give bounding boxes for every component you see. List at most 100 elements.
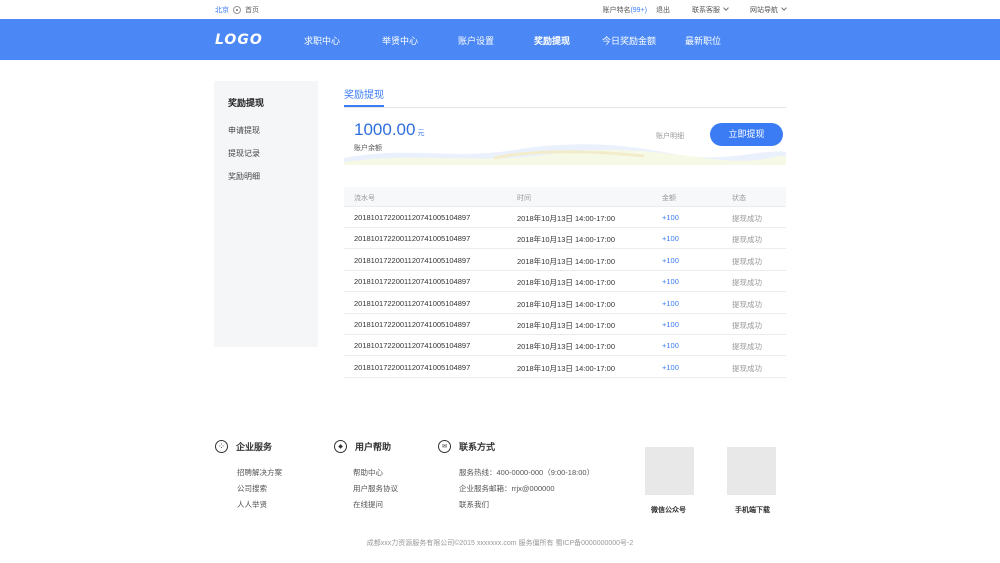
cell-amount: +100 [662, 234, 679, 244]
city-selector[interactable]: 北京 [215, 5, 229, 15]
table-header: 流水号 时间 金额 状态 [344, 187, 786, 207]
nav-latest-jobs[interactable]: 最新职位 [685, 34, 721, 47]
footer-link[interactable]: 联系我们 [459, 499, 489, 510]
cell-status: 提现成功 [732, 363, 762, 373]
cell-time: 2018年10月13日 14:00-17:00 [517, 321, 615, 330]
nav-job-center[interactable]: 求职中心 [304, 34, 340, 47]
footer: ⁘ 企业服务 招聘解决方案 公司搜索 人人举贤 ◆ 用户帮助 帮助中心 用户服务协议… [0, 440, 1000, 563]
logout-link[interactable]: 退出 [656, 5, 670, 15]
cell-serial: 2018101722001120741005104897 [354, 362, 471, 372]
tab-reward-withdraw[interactable]: 奖励提现 [344, 86, 384, 101]
account-detail-link[interactable]: 账户明细 [656, 131, 684, 141]
site-nav-dropdown[interactable]: 网站导航 [750, 5, 787, 15]
withdraw-button[interactable]: 立即提现 [710, 123, 783, 146]
cell-serial: 2018101722001120741005104897 [354, 213, 471, 222]
footer-title-enterprise: 企业服务 [236, 442, 273, 452]
cell-serial: 2018101722001120741005104897 [354, 277, 471, 287]
tab-active-indicator [344, 105, 384, 107]
table-row: 2018101722001120741005104897 2018年10月13日 … [344, 314, 786, 335]
table-row: 2018101722001120741005104897 2018年10月13日 … [344, 357, 786, 378]
cell-status: 提现成功 [732, 256, 762, 266]
cell-status: 提现成功 [732, 278, 762, 288]
cell-amount: +100 [662, 362, 679, 372]
balance-value: 1000.00 [354, 120, 416, 139]
footer-title-contact: 联系方式 [459, 442, 496, 452]
cell-amount: +100 [662, 320, 679, 329]
table-row: 2018101722001120741005104897 2018年10月13日 … [344, 335, 786, 357]
message-count: (99+) [630, 7, 647, 14]
cell-time: 2018年10月13日 14:00-17:00 [517, 342, 615, 352]
site-nav-label: 网站导航 [750, 7, 778, 14]
sidebar-title: 奖励提现 [228, 98, 265, 108]
cell-status: 提现成功 [732, 299, 762, 309]
table-row: 2018101722001120741005104897 2018年10月13日 … [344, 228, 786, 250]
wechat-qr-code [645, 447, 694, 495]
cell-time: 2018年10月13日 14:00-17:00 [517, 256, 615, 266]
chevron-down-icon [781, 5, 787, 11]
balance-amount: 1000.00 元 [354, 120, 424, 140]
cell-time: 2018年10月13日 14:00-17:00 [517, 235, 615, 245]
cell-amount: +100 [662, 341, 679, 351]
footer-column-title: ⁘ 企业服务 [215, 440, 325, 453]
cell-status: 提现成功 [732, 321, 762, 330]
footer-link[interactable]: 招聘解决方案 [237, 467, 282, 478]
home-link[interactable]: 首页 [245, 5, 259, 15]
footer-contact: ✉ 联系方式 服务热线：400-0000-000（9:00-18:00） 企业服务… [438, 440, 628, 509]
wechat-qr-label: 微信公众号 [651, 507, 686, 514]
chevron-down-icon [723, 5, 729, 11]
footer-column-title: ✉ 联系方式 [438, 440, 628, 453]
footer-link[interactable]: 公司搜索 [237, 483, 267, 494]
sidebar-item-apply-withdraw[interactable]: 申请提现 [228, 125, 260, 136]
cell-time: 2018年10月13日 14:00-17:00 [517, 278, 615, 288]
service-label: 联系客服 [692, 7, 720, 14]
column-header-amount: 金额 [662, 195, 676, 202]
cell-serial: 2018101722001120741005104897 [354, 234, 471, 244]
footer-link[interactable]: 帮助中心 [353, 467, 383, 478]
cell-amount: +100 [662, 298, 679, 308]
account-name[interactable]: 账户特名(99+) [602, 5, 647, 15]
service-dropdown[interactable]: 联系客服 [692, 5, 729, 15]
table-row: 2018101722001120741005104897 2018年10月13日 … [344, 293, 786, 314]
cell-amount: +100 [662, 255, 679, 265]
footer-link[interactable]: 用户服务协议 [353, 483, 398, 494]
footer-email: 企业服务邮箱：rrjx@000000 [459, 484, 555, 493]
nav-today-reward[interactable]: 今日奖励金额 [602, 34, 656, 47]
cell-time: 2018年10月13日 14:00-17:00 [517, 299, 615, 309]
balance-card: 1000.00 元 账户余额 账户明细 立即提现 [344, 108, 786, 165]
top-bar-left: 北京 首页 [215, 5, 259, 15]
sidebar-item-reward-details[interactable]: 奖励明细 [228, 171, 260, 182]
nav-reward-withdraw[interactable]: 奖励提现 [534, 34, 570, 47]
cell-serial: 2018101722001120741005104897 [354, 298, 471, 308]
cell-time: 2018年10月13日 14:00-17:00 [517, 214, 615, 223]
column-header-time: 时间 [517, 195, 531, 202]
contact-icon: ✉ [438, 440, 451, 453]
footer-column-title: ◆ 用户帮助 [334, 440, 434, 453]
cell-amount: +100 [662, 277, 679, 287]
top-bar-right: 账户特名(99+) 退出 联系客服 网站导航 [602, 5, 787, 15]
column-header-serial: 流水号 [354, 195, 375, 202]
balance-label: 账户余额 [354, 145, 382, 152]
logo[interactable]: LOGO [215, 32, 263, 48]
sidebar: 奖励提现 申请提现 提现记录 奖励明细 [214, 81, 318, 347]
app-qr-label: 手机端下载 [735, 507, 770, 514]
cell-serial: 2018101722001120741005104897 [354, 255, 471, 265]
account-label: 账户特名 [602, 7, 631, 14]
top-bar: 北京 首页 账户特名(99+) 退出 联系客服 网站导航 [0, 0, 1000, 19]
balance-unit: 元 [417, 130, 425, 137]
grid-icon: ⁘ [215, 440, 228, 453]
footer-title-help: 用户帮助 [355, 442, 392, 452]
nav-recommend-center[interactable]: 举贤中心 [382, 34, 418, 47]
sidebar-item-withdraw-records[interactable]: 提现记录 [228, 148, 260, 159]
footer-link[interactable]: 人人举贤 [237, 499, 267, 510]
footer-link[interactable]: 在线提问 [353, 499, 383, 510]
cell-status: 提现成功 [732, 214, 762, 223]
cell-time: 2018年10月13日 14:00-17:00 [517, 363, 615, 373]
app-qr-code [727, 447, 776, 495]
nav-account-settings[interactable]: 账户设置 [458, 34, 494, 47]
copyright: 成都xxx力资源服务有限公司©2015 xxxxxxx.com 服务僵所有 蜀I… [366, 540, 634, 547]
cell-status: 提现成功 [732, 235, 762, 245]
table-row: 2018101722001120741005104897 2018年10月13日 … [344, 271, 786, 293]
cell-serial: 2018101722001120741005104897 [354, 341, 471, 351]
footer-enterprise-services: ⁘ 企业服务 招聘解决方案 公司搜索 人人举贤 [215, 440, 325, 509]
cell-serial: 2018101722001120741005104897 [354, 320, 471, 329]
